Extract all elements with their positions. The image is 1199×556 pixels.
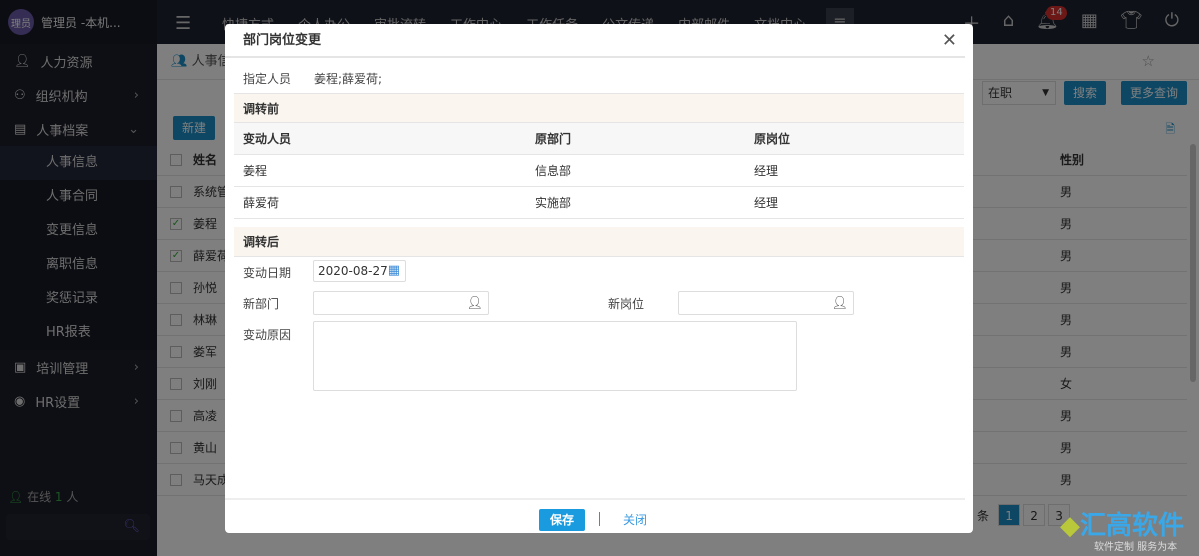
new-post-label: 新岗位	[608, 297, 645, 311]
cell: 姜程	[243, 164, 268, 178]
dialog-title: 部门岗位变更	[225, 24, 965, 58]
table-row: 薛爱荷 实施部 经理	[234, 187, 964, 219]
reason-label: 变动原因	[243, 328, 292, 342]
new-dept-label: 新部门	[243, 297, 280, 311]
cell: 经理	[754, 164, 779, 178]
table-row: 姜程 信息部 经理	[234, 155, 964, 187]
cell: 薛爱荷	[243, 196, 280, 210]
cell: 实施部	[535, 196, 572, 210]
date-label: 变动日期	[243, 266, 292, 280]
after-section-header: 调转后	[234, 227, 964, 257]
logo: ◆汇高软件 软件定制 服务为本	[1060, 505, 1184, 553]
date-value: 2020-08-27	[318, 264, 388, 278]
logo-slogan: 软件定制 服务为本	[1094, 542, 1178, 553]
date-input[interactable]: 2020-08-27 ▦	[313, 260, 406, 282]
close-icon[interactable]: ✕	[942, 30, 957, 51]
cell: 经理	[754, 196, 779, 210]
assigned-label: 指定人员	[243, 72, 292, 86]
divider	[599, 512, 600, 526]
col-old-dept: 原部门	[535, 132, 572, 146]
before-section-header: 调转前	[234, 93, 964, 123]
new-dept-input[interactable]: 👤︎	[313, 291, 489, 315]
user-add-icon[interactable]: 👤︎	[831, 293, 848, 315]
logo-text: 汇高软件	[1080, 511, 1185, 541]
dialog-footer: 保存 关闭	[225, 498, 965, 533]
assigned-value: 姜程;薛爱荷;	[314, 72, 383, 86]
dept-change-dialog: 部门岗位变更 ✕ 指定人员 姜程;薛爱荷; 调转前 变动人员 原部门 原岗位 姜程 信…	[225, 24, 973, 533]
col-old-post: 原岗位	[754, 132, 791, 146]
close-button[interactable]: 关闭	[623, 509, 647, 531]
col-person: 变动人员	[243, 132, 292, 146]
new-post-input[interactable]: 👤︎	[678, 291, 854, 315]
reason-textarea[interactable]	[313, 321, 797, 391]
calendar-icon[interactable]: ▦	[388, 261, 400, 281]
before-table-header: 变动人员 原部门 原岗位	[234, 123, 964, 155]
logo-mark: ◆	[1060, 511, 1080, 541]
save-button[interactable]: 保存	[539, 509, 585, 531]
cell: 信息部	[535, 164, 572, 178]
user-add-icon[interactable]: 👤︎	[466, 293, 483, 315]
